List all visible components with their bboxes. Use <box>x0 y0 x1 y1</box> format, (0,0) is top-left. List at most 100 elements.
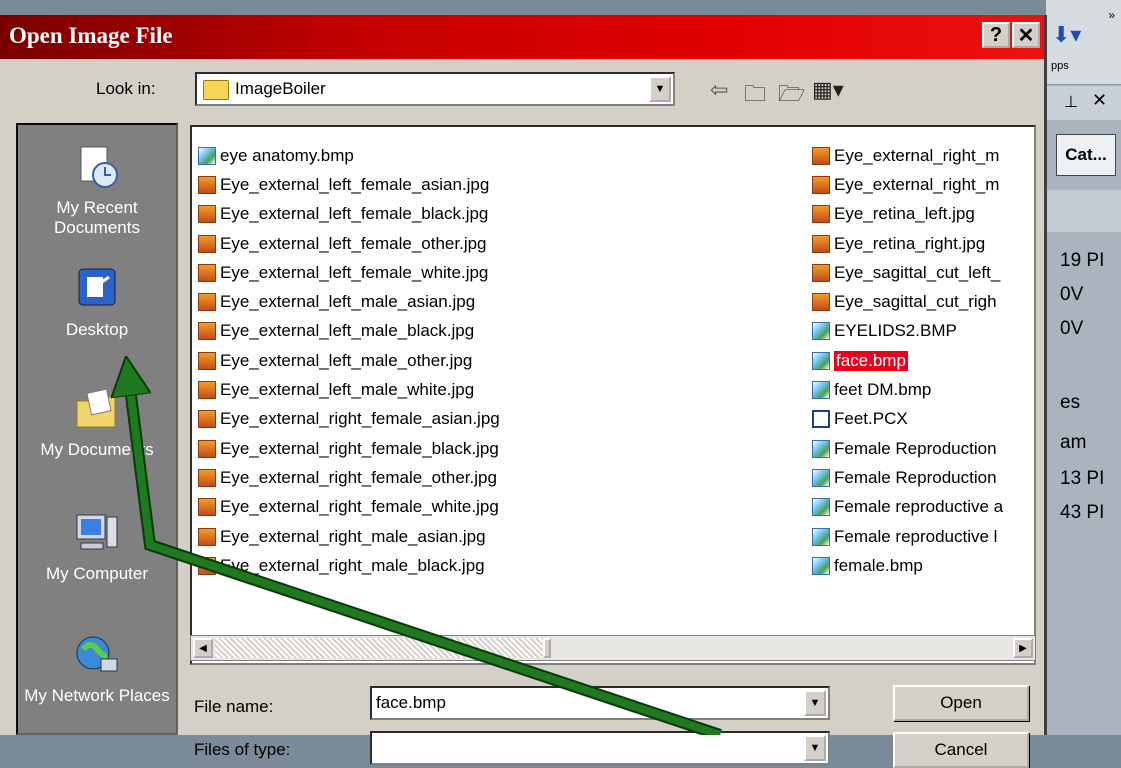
jpg-file-icon <box>198 381 216 400</box>
file-item[interactable]: Eye_external_right_female_other.jpg <box>198 463 500 492</box>
toolbar-icon[interactable]: ⬇▾ <box>1052 22 1081 48</box>
network-places-icon <box>76 636 118 672</box>
file-name: Eye_external_left_male_black.jpg <box>220 321 475 341</box>
jpg-file-icon <box>198 410 216 429</box>
file-name: Eye_external_left_male_white.jpg <box>220 380 475 400</box>
background-toolbar: ⬇▾ » pps <box>1046 0 1121 85</box>
panel-close-icon[interactable]: ✕ <box>1092 90 1107 111</box>
background-listing-item: 43 PI <box>1060 502 1105 523</box>
file-item[interactable]: Eye_external_right_m <box>812 170 1003 199</box>
file-item[interactable]: EYELIDS2.BMP <box>812 317 1003 346</box>
file-item[interactable]: Eye_external_left_female_white.jpg <box>198 258 500 287</box>
bmp-file-icon <box>812 527 830 546</box>
jpg-file-icon <box>812 234 830 253</box>
file-item[interactable]: Eye_external_right_female_white.jpg <box>198 493 500 522</box>
chevron-down-icon[interactable]: ▼ <box>804 735 826 761</box>
look-in-dropdown[interactable]: ImageBoiler ▼ <box>195 72 675 106</box>
file-item[interactable]: Female Reproduction <box>812 434 1003 463</box>
place-my-documents[interactable]: My Documents <box>18 387 176 460</box>
up-folder-icon[interactable]: 🗀 <box>744 77 766 115</box>
background-listing-item: 19 PI <box>1060 250 1105 271</box>
place-my-computer[interactable]: My Computer <box>18 511 176 584</box>
file-item[interactable]: Eye_external_left_male_black.jpg <box>198 317 500 346</box>
file-name: Eye_external_right_male_asian.jpg <box>220 526 486 546</box>
file-name: Eye_external_left_female_other.jpg <box>220 233 487 253</box>
file-item[interactable]: Eye_external_left_male_white.jpg <box>198 375 500 404</box>
cancel-button[interactable]: Cancel <box>893 732 1029 768</box>
file-item[interactable]: Eye_retina_left.jpg <box>812 200 1003 229</box>
file-item[interactable]: Female Reproduction <box>812 463 1003 492</box>
views-menu-icon[interactable]: ▦▾ <box>812 77 844 103</box>
file-name: Eye_external_right_male_black.jpg <box>220 555 485 575</box>
place-my-recent-documents[interactable]: My Recent Documents <box>18 145 176 238</box>
file-name: Eye_external_left_female_asian.jpg <box>220 174 490 194</box>
look-in-label: Look in: <box>96 79 156 98</box>
file-item[interactable]: Eye_external_right_female_black.jpg <box>198 434 500 463</box>
horizontal-scrollbar[interactable]: ◀ ▶ <box>190 635 1036 661</box>
scroll-left-icon[interactable]: ◀ <box>193 638 213 658</box>
open-button[interactable]: Open <box>893 685 1029 721</box>
bmp-file-icon <box>812 322 830 341</box>
file-name: Eye_external_right_m <box>834 174 1000 194</box>
file-name: Eye_external_left_female_white.jpg <box>220 262 489 282</box>
file-name: Eye_external_right_female_asian.jpg <box>220 409 500 429</box>
new-folder-icon[interactable]: 🗁 <box>778 77 805 115</box>
dialog-title-bar[interactable]: Open Image File ? ✕ <box>0 15 1044 59</box>
file-item[interactable]: Feet.PCX <box>812 405 1003 434</box>
places-bar: My Recent Documents Desktop My Documents <box>16 123 178 735</box>
scrollbar-track[interactable] <box>215 638 545 658</box>
file-item[interactable]: Female reproductive a <box>812 493 1003 522</box>
chevron-down-icon[interactable]: ▼ <box>804 690 826 716</box>
file-item[interactable]: Eye_external_left_male_other.jpg <box>198 346 500 375</box>
file-list[interactable]: eye anatomy.bmp Eye_external_left_female_… <box>190 125 1036 665</box>
chevron-down-icon[interactable]: ▼ <box>649 76 671 102</box>
file-item[interactable]: Eye_sagittal_cut_righ <box>812 287 1003 316</box>
file-item[interactable]: Eye_external_left_female_other.jpg <box>198 229 500 258</box>
place-desktop[interactable]: Desktop <box>18 267 176 340</box>
jpg-file-icon <box>812 175 830 194</box>
scroll-right-icon[interactable]: ▶ <box>1013 638 1033 658</box>
file-item[interactable]: Female reproductive l <box>812 522 1003 551</box>
scrollbar-thumb[interactable] <box>543 638 551 658</box>
file-item[interactable]: Eye_external_right_m <box>812 141 1003 170</box>
bmp-file-icon <box>198 146 216 165</box>
file-name-input[interactable]: face.bmp ▼ <box>370 686 830 720</box>
bmp-file-icon <box>812 439 830 458</box>
close-button[interactable]: ✕ <box>1012 22 1040 48</box>
file-item[interactable]: Eye_external_right_female_asian.jpg <box>198 405 500 434</box>
file-item[interactable]: feet DM.bmp <box>812 375 1003 404</box>
place-label: My Documents <box>40 440 154 459</box>
file-name: Feet.PCX <box>834 409 908 429</box>
toolbar-overflow-icon[interactable]: » <box>1108 8 1115 22</box>
file-name: feet DM.bmp <box>834 380 932 400</box>
cat-button[interactable]: Cat... <box>1056 134 1116 176</box>
file-item[interactable]: Eye_sagittal_cut_left_ <box>812 258 1003 287</box>
bmp-file-icon <box>812 498 830 517</box>
back-icon[interactable]: ⇦ <box>710 77 728 103</box>
file-item[interactable]: Eye_external_left_female_black.jpg <box>198 200 500 229</box>
help-button[interactable]: ? <box>982 22 1010 48</box>
jpg-file-icon <box>198 498 216 517</box>
file-name: Eye_external_right_female_other.jpg <box>220 467 497 487</box>
apps-label: pps <box>1051 60 1069 72</box>
file-item[interactable]: female.bmp <box>812 551 1003 580</box>
file-item[interactable]: eye anatomy.bmp <box>198 141 500 170</box>
file-item[interactable]: Eye_external_left_male_asian.jpg <box>198 287 500 316</box>
pin-icon[interactable]: ⊥ <box>1064 92 1078 112</box>
place-label: My Network Places <box>24 686 170 705</box>
file-type-dropdown[interactable]: ▼ <box>370 731 830 765</box>
bmp-file-icon <box>812 351 830 370</box>
file-item[interactable]: Eye_external_right_male_black.jpg <box>198 551 500 580</box>
bmp-file-icon <box>812 468 830 487</box>
place-label: Desktop <box>65 320 129 339</box>
jpg-file-icon <box>812 146 830 165</box>
file-item[interactable]: Eye_retina_right.jpg <box>812 229 1003 258</box>
jpg-file-icon <box>198 234 216 253</box>
file-item[interactable]: Eye_external_left_female_asian.jpg <box>198 170 500 199</box>
place-my-network-places[interactable]: My Network Places <box>18 633 176 706</box>
jpg-file-icon <box>198 468 216 487</box>
file-name: Eye_retina_right.jpg <box>834 233 986 253</box>
open-image-file-dialog: Open Image File ? ✕ Look in: ImageBoiler… <box>0 15 1047 768</box>
file-item[interactable]: Eye_external_right_male_asian.jpg <box>198 522 500 551</box>
file-item[interactable]: face.bmp <box>812 346 1003 375</box>
